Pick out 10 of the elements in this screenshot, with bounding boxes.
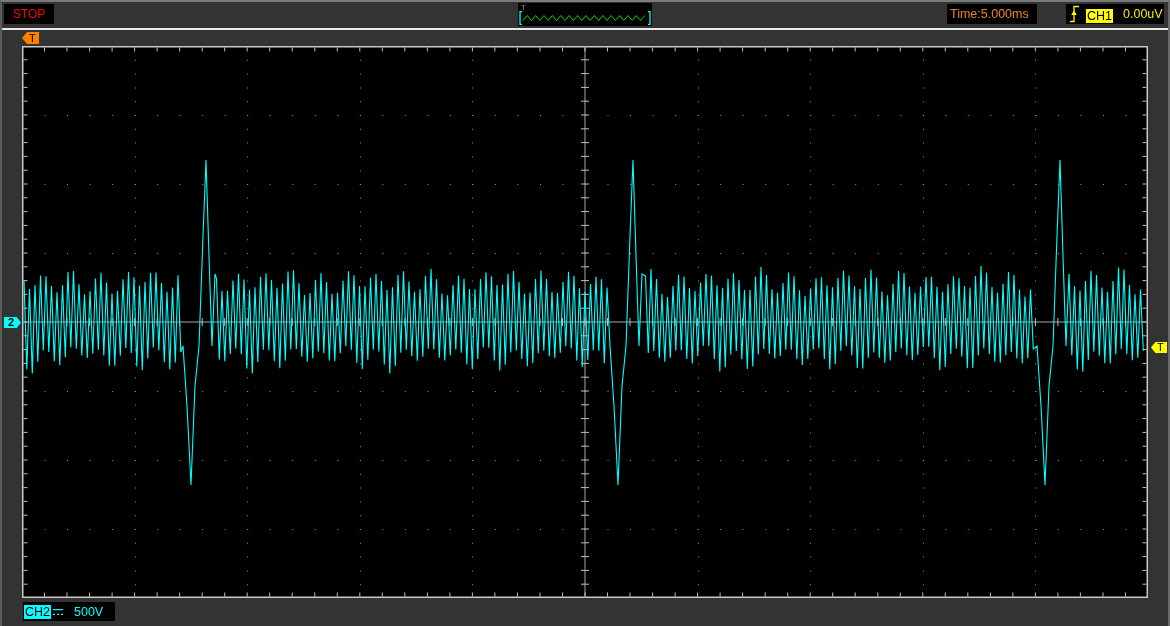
channel-marker[interactable]: 2	[4, 317, 21, 328]
trigger-level-marker[interactable]: T	[1151, 342, 1167, 353]
trigger-position-marker[interactable]: T	[22, 32, 39, 44]
channel-name-label: CH2	[24, 604, 51, 619]
overview-trigger-label: T	[521, 4, 526, 11]
timebase-readout: Time:5.000ms	[947, 4, 1037, 24]
trigger-source-label: CH1	[1086, 9, 1113, 23]
volts-per-div-readout: 500V	[74, 604, 104, 619]
run-status-label: STOP	[4, 4, 54, 24]
trigger-level-readout: 0.00uV	[1123, 7, 1163, 21]
